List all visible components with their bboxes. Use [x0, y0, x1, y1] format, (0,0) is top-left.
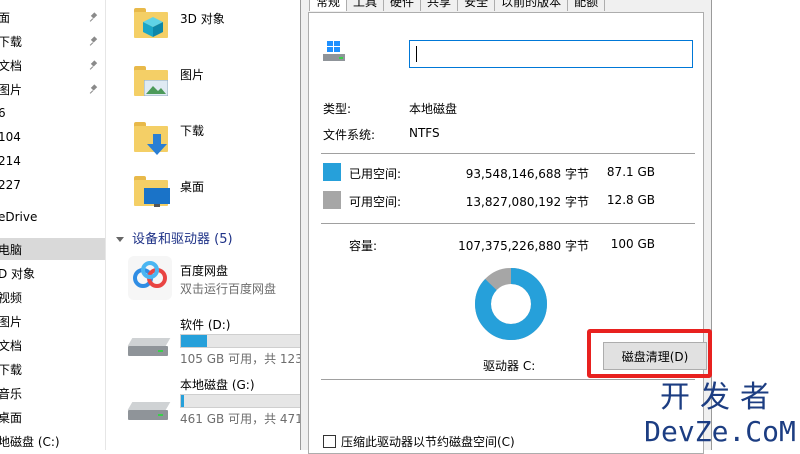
- drive-g-free-space: 461 GB 可用，共 471: [180, 412, 303, 426]
- free-space-swatch: [323, 191, 341, 209]
- nav-item-label: 面: [0, 10, 11, 25]
- nav-item[interactable]: 104: [0, 126, 105, 148]
- folder-label-3d-objects[interactable]: 3D 对象: [180, 10, 225, 27]
- nav-item-label: 214: [0, 154, 21, 168]
- nav-item[interactable]: 音乐: [0, 382, 105, 404]
- tab[interactable]: 常规: [309, 0, 348, 11]
- nav-item-label: 桌面: [0, 410, 23, 425]
- pin-icon: [90, 85, 98, 93]
- nav-item-label: D 对象: [0, 266, 36, 281]
- tab[interactable]: 以前的版本: [494, 0, 569, 11]
- tab[interactable]: 配额: [567, 0, 606, 11]
- used-space-gb: 87.1 GB: [606, 165, 655, 179]
- nav-item-label: 地磁盘 (C:): [0, 434, 60, 449]
- used-space-bytes: 93,548,146,688 字节: [465, 167, 589, 181]
- nav-item[interactable]: 桌面: [0, 406, 105, 428]
- nav-item-label: 视频: [0, 290, 23, 305]
- downloads-folder-icon[interactable]: [134, 122, 168, 155]
- capacity-label: 容量:: [349, 239, 378, 253]
- nav-item[interactable]: 电脑: [0, 238, 105, 260]
- tab[interactable]: 安全: [457, 0, 496, 11]
- watermark-logo: 开发者 DevZe.CoM: [644, 380, 796, 448]
- nav-item[interactable]: 图片: [0, 310, 105, 332]
- compress-drive-option[interactable]: 压缩此驱动器以节约磁盘空间(C): [323, 433, 515, 450]
- nav-item-label: 6: [0, 106, 6, 120]
- nav-item-label: 下载: [0, 34, 23, 49]
- hard-drive-icon[interactable]: [127, 402, 172, 422]
- folder-label-pictures[interactable]: 图片: [180, 66, 204, 83]
- drive-d-name[interactable]: 软件 (D:): [180, 316, 230, 333]
- divider: [321, 223, 695, 224]
- used-space-swatch: [323, 163, 341, 181]
- capacity-gb: 100 GB: [610, 237, 655, 251]
- nav-item[interactable]: 视频: [0, 286, 105, 308]
- folder-label-downloads[interactable]: 下载: [180, 122, 204, 139]
- pin-icon: [90, 13, 98, 21]
- nav-item-label: 图片: [0, 82, 23, 97]
- nav-item-label: 下载: [0, 362, 23, 377]
- drive-g-usage-bar: [180, 394, 312, 408]
- 3d-objects-icon[interactable]: [134, 8, 168, 38]
- type-value: 本地磁盘: [409, 102, 458, 116]
- nav-item-label: 227: [0, 178, 21, 192]
- nav-item[interactable]: 图片: [0, 78, 105, 100]
- pin-icon: [90, 61, 98, 69]
- compress-checkbox[interactable]: [323, 435, 336, 448]
- tab[interactable]: 共享: [420, 0, 459, 11]
- highlight-box: [587, 329, 712, 378]
- divider: [321, 379, 695, 380]
- hard-drive-icon[interactable]: [127, 338, 172, 358]
- disk-usage-donut-chart: [475, 268, 547, 340]
- baidu-netdisk-name[interactable]: 百度网盘: [180, 262, 228, 279]
- compress-label: 压缩此驱动器以节约磁盘空间(C): [341, 435, 515, 449]
- nav-item[interactable]: 文档: [0, 54, 105, 76]
- dialog-tabs: 常规 工具 硬件 共享 安全 以前的版本 配额: [309, 0, 606, 12]
- folder-label-desktop[interactable]: 桌面: [180, 178, 204, 195]
- navigation-pane: 面下载 文档 图片 6 104 214 227 eDrive 电脑 D 对象 视频 图片 文档 下载 音乐桌…: [0, 0, 106, 450]
- free-space-bytes: 13,827,080,192 字节: [465, 195, 589, 209]
- nav-item[interactable]: 地磁盘 (C:): [0, 430, 105, 452]
- devices-section-header[interactable]: 设备和驱动器 (5): [116, 228, 233, 247]
- nav-item[interactable]: 下载: [0, 30, 105, 52]
- tab[interactable]: 工具: [346, 0, 385, 11]
- divider: [321, 153, 695, 154]
- nav-item-label: 图片: [0, 314, 23, 329]
- drive-d-usage-bar: [180, 334, 312, 348]
- drive-label: 驱动器 C:: [483, 359, 536, 373]
- file-system-label: 文件系统:: [323, 128, 376, 142]
- nav-item[interactable]: 6: [0, 102, 105, 124]
- drive-g-name[interactable]: 本地磁盘 (G:): [180, 376, 255, 393]
- desktop-folder-icon[interactable]: [134, 176, 170, 207]
- nav-item-label: 电脑: [0, 242, 23, 257]
- pictures-folder-icon[interactable]: [134, 66, 168, 96]
- chevron-down-icon: [116, 237, 124, 242]
- nav-item[interactable]: 文档: [0, 334, 105, 356]
- pin-icon: [90, 37, 98, 45]
- file-system-value: NTFS: [409, 126, 440, 140]
- free-space-label: 可用空间:: [349, 195, 402, 209]
- type-label: 类型:: [323, 102, 352, 116]
- nav-item-label: 音乐: [0, 386, 23, 401]
- used-space-label: 已用空间:: [349, 167, 402, 181]
- nav-item[interactable]: 面: [0, 6, 105, 28]
- nav-item-label: 文档: [0, 338, 23, 353]
- baidu-netdisk-subtitle: 双击运行百度网盘: [180, 282, 277, 296]
- nav-item-label: 104: [0, 130, 21, 144]
- nav-item[interactable]: D 对象: [0, 262, 105, 284]
- drive-d-free-space: 105 GB 可用，共 123: [180, 352, 303, 366]
- capacity-bytes: 107,375,226,880 字节: [458, 239, 589, 253]
- baidu-netdisk-icon[interactable]: [128, 256, 172, 300]
- file-list: 3D 对象 图片 下载 桌面 设备和驱动器 (5) 百度网盘 双击运行百度网盘 …: [106, 0, 312, 450]
- nav-item-label: 文档: [0, 58, 23, 73]
- nav-item[interactable]: 下载: [0, 358, 105, 380]
- drive-name-input[interactable]: [409, 40, 693, 68]
- windows-drive-icon: [323, 41, 345, 61]
- nav-item[interactable]: eDrive: [0, 206, 105, 228]
- nav-item[interactable]: 227: [0, 174, 105, 196]
- tab[interactable]: 硬件: [383, 0, 422, 11]
- nav-item-label: eDrive: [0, 210, 38, 224]
- nav-item[interactable]: 214: [0, 150, 105, 172]
- free-space-gb: 12.8 GB: [606, 193, 655, 207]
